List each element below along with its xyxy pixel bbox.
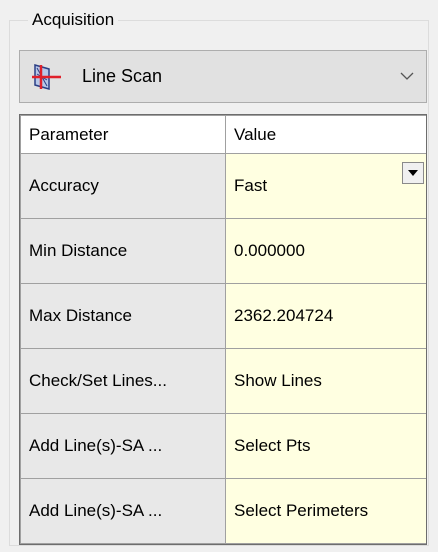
param-cell-add-lines-perimeters[interactable]: Add Line(s)-SA ... [20,478,226,544]
table-row-accuracy: Accuracy Fast [20,153,426,219]
value-cell-min-distance[interactable]: 0.000000 [225,218,426,284]
chevron-down-icon[interactable] [400,69,414,83]
value-cell-select-pts[interactable]: Select Pts [225,413,426,479]
value-text-accuracy: Fast [234,176,268,195]
parameter-table: Parameter Value Accuracy Fast Min Distan… [20,115,426,544]
table-row-add-lines-pts: Add Line(s)-SA ... Select Pts [20,413,426,479]
grid-header-row: Parameter Value [20,115,426,154]
table-row-min-distance: Min Distance 0.000000 [20,218,426,284]
param-cell-min-distance[interactable]: Min Distance [20,218,226,284]
parameter-grid: Parameter Value Accuracy Fast Min Distan… [19,114,427,545]
line-scan-icon [32,62,62,92]
scan-type-combobox[interactable]: Line Scan [19,50,427,103]
value-cell-show-lines[interactable]: Show Lines [225,348,426,414]
accuracy-dropdown-button[interactable] [402,162,424,184]
value-cell-accuracy[interactable]: Fast [225,153,426,219]
table-row-max-distance: Max Distance 2362.204724 [20,283,426,349]
value-cell-select-perimeters[interactable]: Select Perimeters [225,478,426,544]
table-row-check-set-lines: Check/Set Lines... Show Lines [20,348,426,414]
column-header-value[interactable]: Value [225,115,426,154]
acquisition-group-title: Acquisition [28,9,119,31]
param-cell-max-distance[interactable]: Max Distance [20,283,226,349]
value-cell-max-distance[interactable]: 2362.204724 [225,283,426,349]
triangle-down-icon [408,170,418,176]
table-row-add-lines-perimeters: Add Line(s)-SA ... Select Perimeters [20,478,426,544]
param-cell-accuracy[interactable]: Accuracy [20,153,226,219]
column-header-parameter[interactable]: Parameter [20,115,226,154]
scan-type-selected: Line Scan [82,66,163,86]
param-cell-add-lines-pts[interactable]: Add Line(s)-SA ... [20,413,226,479]
param-cell-check-set-lines[interactable]: Check/Set Lines... [20,348,226,414]
